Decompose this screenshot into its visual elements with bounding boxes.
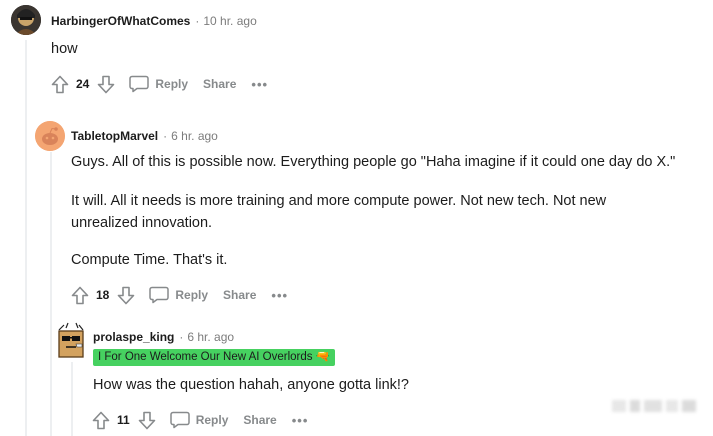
separator-dot: ·: [163, 129, 168, 143]
comment-header: HarbingerOfWhatComes · 10 hr. ago: [51, 14, 257, 28]
downvote-icon: [98, 75, 115, 93]
vote-score: 11: [117, 413, 130, 427]
reply-button[interactable]: Reply: [149, 286, 208, 304]
reply-label: Reply: [155, 77, 189, 91]
robot-box-avatar-icon: [58, 322, 84, 358]
reply-label: Reply: [175, 288, 209, 302]
comment-header: prolaspe_king · 6 hr. ago: [93, 330, 234, 344]
comment-body-line: Compute Time. That's it.: [71, 252, 228, 268]
share-button[interactable]: Share: [243, 413, 276, 427]
downvote-button[interactable]: [136, 409, 158, 431]
timestamp[interactable]: 10 hr. ago: [203, 14, 256, 28]
separator-dot: ·: [195, 14, 200, 28]
reply-button[interactable]: Reply: [129, 75, 188, 93]
watermark: [612, 400, 702, 416]
upvote-button[interactable]: [90, 409, 112, 431]
timestamp[interactable]: 6 hr. ago: [187, 330, 234, 344]
comment-bubble-icon: [149, 286, 170, 304]
avatar[interactable]: [11, 5, 41, 35]
more-options-button[interactable]: •••: [251, 77, 268, 92]
author-name[interactable]: prolaspe_king: [93, 330, 174, 344]
comment-body-line: unrealized innovation.: [71, 215, 213, 231]
timestamp[interactable]: 6 hr. ago: [171, 129, 218, 143]
comment-body-line: It will. All it needs is more training a…: [71, 193, 607, 209]
comment-bubble-icon: [169, 411, 190, 429]
more-options-button[interactable]: •••: [271, 288, 288, 303]
user-flair: I For One Welcome Our New AI Overlords 🔫: [93, 349, 336, 366]
comment-actions: 24 Reply Share •••: [49, 72, 268, 96]
share-button[interactable]: Share: [223, 288, 256, 302]
comment-body-line: how: [51, 41, 78, 57]
author-name[interactable]: HarbingerOfWhatComes: [51, 14, 190, 28]
share-button[interactable]: Share: [203, 77, 236, 91]
avatar[interactable]: [56, 322, 86, 360]
more-options-button[interactable]: •••: [292, 413, 309, 428]
reply-label: Reply: [195, 413, 229, 427]
upvote-icon: [71, 286, 89, 304]
downvote-button[interactable]: [115, 284, 137, 306]
upvote-icon: [92, 411, 110, 429]
separator-dot: ·: [179, 330, 184, 344]
upvote-icon: [51, 75, 69, 93]
comment-body-line: How was the question hahah, anyone gotta…: [93, 377, 409, 393]
avatar[interactable]: [35, 121, 65, 151]
downvote-icon: [138, 411, 155, 429]
thread-line-2[interactable]: [50, 152, 52, 436]
upvote-button[interactable]: [69, 284, 91, 306]
comment-bubble-icon: [129, 75, 150, 93]
comment-header: TabletopMarvel · 6 hr. ago: [71, 129, 218, 143]
author-name[interactable]: TabletopMarvel: [71, 129, 158, 143]
thread-line-3[interactable]: [71, 362, 73, 436]
downvote-button[interactable]: [95, 73, 117, 95]
reply-button[interactable]: Reply: [169, 411, 229, 429]
comment-actions: 11 Reply Share •••: [90, 408, 308, 432]
comment-body-line: Guys. All of this is possible now. Every…: [71, 154, 676, 170]
thread-line-1[interactable]: [25, 40, 27, 436]
upvote-button[interactable]: [49, 73, 71, 95]
comment-actions: 18 Reply Share •••: [69, 283, 288, 307]
snoo-avatar-icon: [35, 121, 65, 151]
harbinger-avatar-icon: [11, 5, 41, 35]
vote-score: 24: [76, 77, 90, 91]
downvote-icon: [118, 286, 135, 304]
vote-score: 18: [96, 288, 110, 302]
